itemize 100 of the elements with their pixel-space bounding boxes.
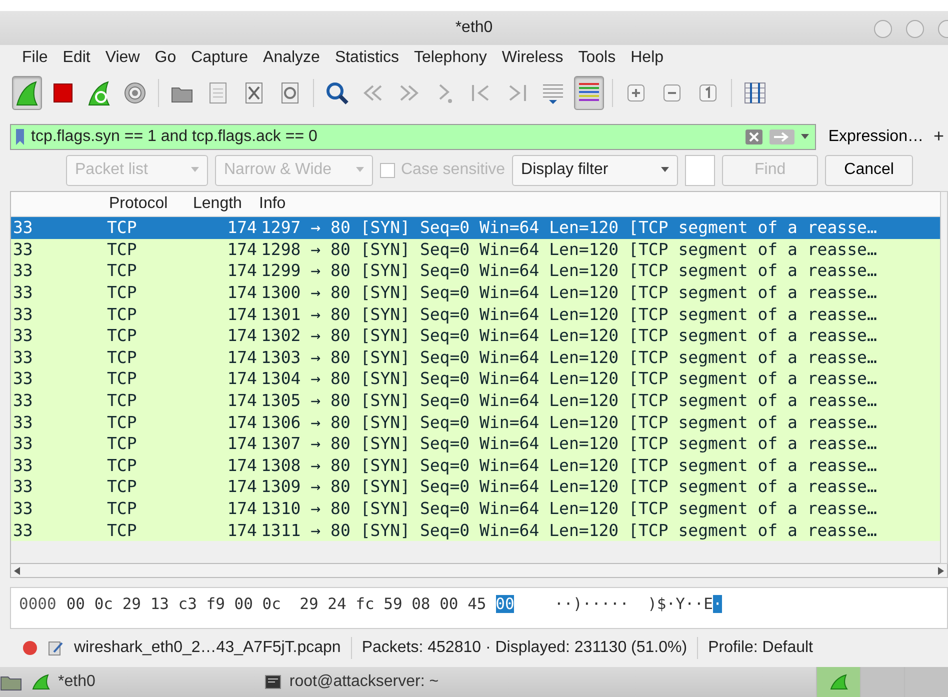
search-field[interactable]: [685, 154, 716, 186]
taskbar-item[interactable]: *eth0: [22, 670, 106, 694]
table-cell-text: TCP: [107, 476, 138, 498]
table-cell-text: TCP: [107, 520, 138, 541]
table-cell-text: 1309 → 80 [SYN] Seq=0 Win=64 Len=120 [TCP segment of a reasse…: [261, 476, 878, 498]
right-arrow-icon: [938, 566, 944, 575]
table-cell-text: 1307 → 80 [SYN] Seq=0 Win=64 Len=120 [TCP segment of a reasse…: [261, 433, 878, 454]
packet-row[interactable]: 33 TCP 174 1310 → 80 [SYN] Seq=0 Win=64 Len=120 [TCP segment of a reasse…: [11, 498, 940, 520]
menu-item[interactable]: View: [105, 46, 140, 70]
record-dot-icon: [22, 640, 38, 656]
packet-row[interactable]: 33 TCP 174 1297 → 80 [SYN] Seq=0 Win=64 Len=120 [TCP segment of a reasse…: [11, 216, 940, 239]
profile-label: Profile: Default: [708, 638, 813, 658]
minimize-button[interactable]: [874, 20, 892, 38]
table-cell-text: 174: [226, 498, 258, 519]
column-header: Info: [259, 194, 286, 214]
taskbar-item[interactable]: root@attackserver: ~: [255, 670, 449, 694]
packet-count: Packets: 452810 · Displayed: 231130 (51.0%): [362, 638, 688, 658]
clear-icon: [745, 128, 764, 145]
table-cell-text: 174: [226, 217, 258, 238]
menu-item[interactable]: Go: [154, 46, 176, 70]
table-cell-text: TCP: [107, 325, 138, 346]
table-cell-text: 174: [226, 325, 258, 346]
packet-row[interactable]: 33 TCP 174 1307 → 80 [SYN] Seq=0 Win=64 Len=120 [TCP segment of a reasse…: [11, 432, 940, 455]
packet-row[interactable]: 33 TCP 174 1306 → 80 [SYN] Seq=0 Win=64 Len=120 [TCP segment of a reasse…: [11, 411, 940, 433]
menu-item[interactable]: Wireless: [502, 46, 564, 70]
packet-row[interactable]: 33 TCP 174 1304 → 80 [SYN] Seq=0 Win=64 Len=120 [TCP segment of a reasse…: [11, 368, 940, 390]
packet-row[interactable]: 33 TCP 174 1302 → 80 [SYN] Seq=0 Win=64 Len=120 [TCP segment of a reasse…: [11, 324, 940, 347]
menu-item[interactable]: Edit: [62, 46, 90, 70]
add-button[interactable]: +: [933, 123, 948, 150]
menu-item[interactable]: Tools: [578, 46, 616, 70]
packet-row[interactable]: 33 TCP 174 1305 → 80 [SYN] Seq=0 Win=64 Len=120 [TCP segment of a reasse…: [11, 390, 940, 412]
menu-item[interactable]: Telephony: [414, 46, 487, 70]
resize-columns-icon: [742, 80, 768, 106]
dropdown[interactable]: Display filter: [512, 154, 678, 186]
packet-row[interactable]: 33 TCP 174 1301 → 80 [SYN] Seq=0 Win=64 Len=120 [TCP segment of a reasse…: [11, 303, 940, 325]
shark-fin-icon: [32, 674, 50, 690]
tray-app-button[interactable]: [816, 667, 860, 697]
packet-row[interactable]: 33 TCP 174 1311 → 80 [SYN] Seq=0 Win=64 Len=120 [TCP segment of a reasse…: [11, 519, 940, 541]
table-cell-text: 33: [12, 304, 34, 325]
file-name: wireshark_eth0_2…43_A7F5jT.pcapn: [74, 638, 341, 658]
packet-row[interactable]: 33 TCP 174 1299 → 80 [SYN] Seq=0 Win=64 Len=120 [TCP segment of a reasse…: [11, 260, 940, 282]
table-cell-text: TCP: [107, 238, 138, 260]
cancel-button[interactable]: Cancel: [825, 154, 914, 186]
table-cell-text: 1303 → 80 [SYN] Seq=0 Win=64 Len=120 [TCP segment of a reasse…: [261, 346, 878, 368]
table-cell-text: 1305 → 80 [SYN] Seq=0 Win=64 Len=120 [TCP segment of a reasse…: [261, 390, 878, 412]
table-cell-text: 1298 → 80 [SYN] Seq=0 Win=64 Len=120 [TCP segment of a reasse…: [261, 238, 878, 260]
scrollbar[interactable]: [940, 190, 948, 564]
table-cell-text: 33: [12, 498, 34, 519]
filter-field[interactable]: tcp.flags.syn == 1 and tcp.flags.ack == 0: [10, 124, 816, 150]
table-cell-text: 33: [12, 368, 34, 390]
table-cell-text: 1301 → 80 [SYN] Seq=0 Win=64 Len=120 [TCP segment of a reasse…: [261, 304, 878, 325]
table-cell-text: 1304 → 80 [SYN] Seq=0 Win=64 Len=120 [TCP segment of a reasse…: [261, 368, 878, 390]
table-cell-text: TCP: [107, 217, 138, 238]
table-cell-text: 174: [226, 282, 258, 304]
maximize-button[interactable]: [906, 20, 924, 38]
table-cell-text: 174: [226, 346, 258, 368]
expression-button[interactable]: Expression…: [816, 124, 934, 149]
caret-icon: [191, 167, 199, 174]
table-cell-text: 33: [12, 476, 34, 498]
table-cell-text: 33: [12, 433, 34, 454]
table-cell-text: 33: [12, 282, 34, 304]
packet-row[interactable]: 33 TCP 174 1303 → 80 [SYN] Seq=0 Win=64 Len=120 [TCP segment of a reasse…: [11, 346, 940, 368]
colorize-button[interactable]: [574, 76, 604, 110]
table-cell-text: 174: [226, 454, 258, 476]
table-cell-text: TCP: [107, 498, 138, 519]
table-cell-text: 174: [226, 412, 258, 433]
horizontal-scrollbar[interactable]: [10, 564, 948, 578]
gear-icon: [122, 80, 148, 106]
table-cell-text: 1302 → 80 [SYN] Seq=0 Win=64 Len=120 [TCP segment of a reasse…: [261, 325, 878, 346]
table-cell-text: 1306 → 80 [SYN] Seq=0 Win=64 Len=120 [TCP segment of a reasse…: [261, 412, 878, 433]
table-cell-text: 174: [226, 390, 258, 412]
packet-row[interactable]: 33 TCP 174 1298 → 80 [SYN] Seq=0 Win=64 Len=120 [TCP segment of a reasse…: [11, 238, 940, 260]
table-cell-text: 33: [12, 412, 34, 433]
packet-row[interactable]: 33 TCP 174 1308 → 80 [SYN] Seq=0 Win=64 Len=120 [TCP segment of a reasse…: [11, 454, 940, 476]
table-cell-text: 1308 → 80 [SYN] Seq=0 Win=64 Len=120 [TCP segment of a reasse…: [261, 454, 878, 476]
table-cell-text: TCP: [107, 412, 138, 433]
menu-item[interactable]: Analyze: [263, 46, 320, 70]
byte-offset: 0000: [19, 594, 56, 616]
table-cell-text: 174: [226, 304, 258, 325]
table-cell-text: 174: [226, 238, 258, 260]
table-cell-text: 33: [12, 217, 34, 238]
column-header: Length: [193, 194, 243, 214]
table-cell-text: 33: [12, 325, 34, 346]
table-cell-text: TCP: [107, 282, 138, 304]
shark-fin-button[interactable]: [12, 76, 42, 110]
table-cell-text: TCP: [107, 390, 138, 412]
table-cell-text: TCP: [107, 346, 138, 368]
menu-item[interactable]: Statistics: [334, 46, 399, 70]
shark-fin-icon: [830, 674, 848, 690]
menu-item[interactable]: Help: [630, 46, 664, 70]
packet-row[interactable]: 33 TCP 174 1309 → 80 [SYN] Seq=0 Win=64 Len=120 [TCP segment of a reasse…: [11, 476, 940, 498]
filter-input[interactable]: tcp.flags.syn == 1 and tcp.flags.ack == 0: [31, 124, 740, 149]
menu-item[interactable]: Capture: [191, 46, 248, 70]
packet-row[interactable]: 33 TCP 174 1300 → 80 [SYN] Seq=0 Win=64 Len=120 [TCP segment of a reasse…: [11, 282, 940, 304]
table-cell-text: TCP: [107, 454, 138, 476]
column-header: Protocol: [108, 194, 169, 214]
table-cell-text: 33: [12, 454, 34, 476]
restart-icon: [86, 80, 112, 106]
menu-item[interactable]: File: [22, 46, 48, 70]
table-cell-text: 1297 → 80 [SYN] Seq=0 Win=64 Len=120 [TCP segment of a reasse…: [261, 217, 878, 238]
